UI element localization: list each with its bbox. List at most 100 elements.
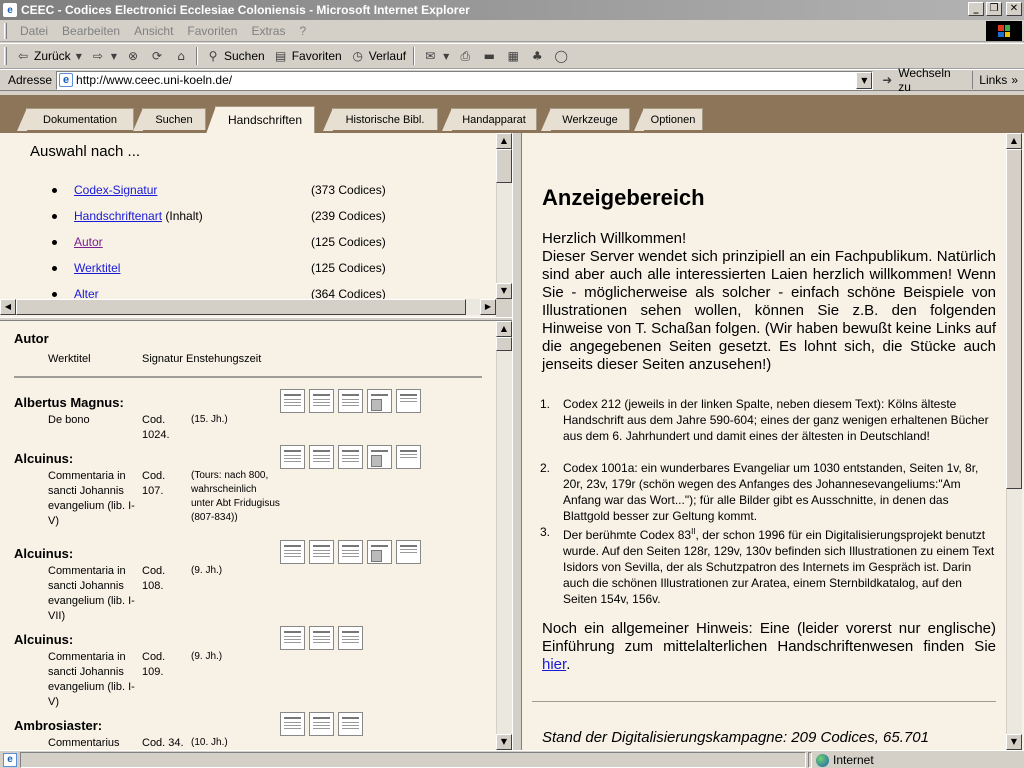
page-thumbnail-icon[interactable] — [309, 389, 334, 413]
chevron-down-icon[interactable]: ▼ — [111, 52, 117, 61]
toolbar-separator — [196, 47, 198, 65]
menu-help[interactable]: ? — [292, 24, 313, 38]
page-thumbnail-icon[interactable] — [309, 445, 334, 469]
address-url[interactable]: http://www.ceec.uni-koeln.de/ — [76, 73, 232, 87]
print-button[interactable]: ⎙ — [453, 45, 477, 67]
menu-ansicht[interactable]: Ansicht — [127, 24, 180, 38]
page-thumbnail-icon[interactable] — [338, 389, 363, 413]
page-thumbnail-icon[interactable] — [367, 389, 392, 413]
thumbnail-row — [280, 540, 421, 564]
links-button[interactable]: Links » — [972, 71, 1024, 89]
address-input[interactable]: e http://www.ceec.uni-koeln.de/ ▼ — [56, 71, 873, 90]
col-signatur: Signatur Enstehungszeit — [142, 353, 261, 365]
chat-button[interactable]: ◯ — [549, 45, 573, 67]
scroll-down-arrow-icon[interactable]: ▼ — [1006, 734, 1022, 750]
link-handschriftenart[interactable]: Handschriftenart — [74, 209, 162, 223]
tab-handapparat[interactable]: Handapparat — [451, 108, 537, 130]
tab-dokumentation[interactable]: Dokumentation — [26, 108, 134, 130]
menu-bearbeiten[interactable]: Bearbeiten — [55, 24, 127, 38]
vertical-scrollbar[interactable]: ▲ ▼ — [1006, 133, 1022, 750]
list-item: 2. Codex 1001a: ein wunderbares Evangeli… — [542, 460, 996, 524]
tab-handschriften[interactable]: Handschriften — [215, 106, 315, 133]
go-button[interactable]: ➜ Wechseln zu — [873, 66, 972, 94]
scroll-right-arrow-icon[interactable]: ▶ — [480, 299, 496, 315]
scroll-down-arrow-icon[interactable]: ▼ — [496, 283, 512, 299]
back-button[interactable]: ⇦ Zurück ▼ — [11, 45, 86, 67]
chevron-down-icon[interactable]: ▼ — [443, 52, 449, 61]
page-thumbnail-icon[interactable] — [280, 712, 305, 736]
address-dropdown-button[interactable]: ▼ — [856, 72, 872, 89]
link-werktitel[interactable]: Werktitel — [74, 261, 120, 275]
scroll-thumb[interactable] — [496, 149, 512, 183]
page-thumbnail-icon[interactable] — [309, 712, 334, 736]
page-thumbnail-icon[interactable] — [396, 540, 421, 564]
favorites-button[interactable]: ▤ Favoriten — [269, 45, 346, 67]
menu-datei[interactable]: Datei — [13, 24, 55, 38]
tab-optionen[interactable]: Optionen — [643, 108, 703, 130]
mail-button[interactable]: ✉ ▼ — [418, 45, 453, 67]
page-thumbnail-icon[interactable] — [309, 540, 334, 564]
vertical-scrollbar[interactable]: ▲ ▼ — [496, 321, 512, 750]
scroll-down-arrow-icon[interactable]: ▼ — [496, 734, 512, 750]
scroll-thumb[interactable] — [496, 337, 512, 351]
page-thumbnail-icon[interactable] — [396, 389, 421, 413]
scroll-up-arrow-icon[interactable]: ▲ — [496, 321, 512, 337]
close-button[interactable]: ✕ — [1006, 2, 1022, 16]
discuss-button[interactable]: ▦ — [501, 45, 525, 67]
link-codex-signatur[interactable]: Codex-Signatur — [74, 183, 157, 197]
home-button[interactable]: ⌂ — [169, 45, 193, 67]
stop-button[interactable]: ⊗ — [121, 45, 145, 67]
item-number: 1. — [540, 396, 550, 412]
vertical-scrollbar[interactable]: ▲ ▼ — [496, 133, 512, 299]
selection-frame: Auswahl nach ... Codex-Signatur (373 Cod… — [0, 133, 512, 317]
mail-icon: ✉ — [422, 48, 438, 64]
page-thumbnail-icon[interactable] — [338, 540, 363, 564]
page-thumbnail-icon[interactable] — [280, 445, 305, 469]
scroll-thumb[interactable] — [16, 299, 466, 315]
page-thumbnail-icon[interactable] — [367, 445, 392, 469]
frame-splitter-vertical[interactable] — [512, 133, 522, 750]
edit-button[interactable]: ▬ — [477, 45, 501, 67]
page-thumbnail-icon[interactable] — [367, 540, 392, 564]
page-thumbnail-icon[interactable] — [280, 540, 305, 564]
history-button[interactable]: ◷ Verlauf — [346, 45, 410, 67]
listing-heading: Autor — [14, 331, 49, 346]
scroll-left-arrow-icon[interactable]: ◀ — [0, 299, 16, 315]
link-hier[interactable]: hier — [542, 656, 566, 673]
messenger-button[interactable]: ♣ — [525, 45, 549, 67]
item-number: 2. — [540, 460, 550, 476]
forward-button[interactable]: ⇨ ▼ — [86, 45, 121, 67]
tab-historische-bibl[interactable]: Historische Bibl. — [332, 108, 438, 130]
item-count: (125 Codices) — [311, 261, 386, 275]
tab-werkzeuge[interactable]: Werkzeuge — [550, 108, 630, 130]
chevron-down-icon[interactable]: ▼ — [76, 52, 82, 61]
horizontal-scrollbar[interactable]: ◀ ▶ — [0, 299, 496, 315]
scroll-up-arrow-icon[interactable]: ▲ — [1006, 133, 1022, 149]
page-thumbnail-icon[interactable] — [338, 712, 363, 736]
search-button[interactable]: ⚲ Suchen — [201, 45, 269, 67]
chat-bubble-icon: ◯ — [553, 48, 569, 64]
scroll-up-arrow-icon[interactable]: ▲ — [496, 133, 512, 149]
page-thumbnail-icon[interactable] — [280, 389, 305, 413]
page-thumbnail-icon[interactable] — [280, 626, 305, 650]
scroll-thumb[interactable] — [1006, 149, 1022, 489]
page-thumbnail-icon[interactable] — [338, 626, 363, 650]
thumbnail-row — [280, 445, 421, 469]
page-thumbnail-icon[interactable] — [396, 445, 421, 469]
menu-extras[interactable]: Extras — [244, 24, 292, 38]
tab-suchen[interactable]: Suchen — [142, 108, 206, 130]
refresh-button[interactable]: ⟳ — [145, 45, 169, 67]
toolbar-grip[interactable] — [4, 47, 7, 65]
menu-favoriten[interactable]: Favoriten — [180, 24, 244, 38]
ie-logo-icon: e — [3, 3, 17, 17]
entry-author: Ambrosiaster: — [14, 718, 102, 733]
messenger-icon: ♣ — [529, 48, 545, 64]
maximize-button[interactable]: ❐ — [986, 2, 1002, 16]
minimize-button[interactable]: _ — [968, 2, 984, 16]
page-thumbnail-icon[interactable] — [338, 445, 363, 469]
menu-grip[interactable] — [4, 23, 7, 39]
link-autor[interactable]: Autor — [74, 235, 103, 249]
bullet — [52, 266, 57, 271]
page-thumbnail-icon[interactable] — [309, 626, 334, 650]
security-zone: Internet — [816, 752, 874, 768]
